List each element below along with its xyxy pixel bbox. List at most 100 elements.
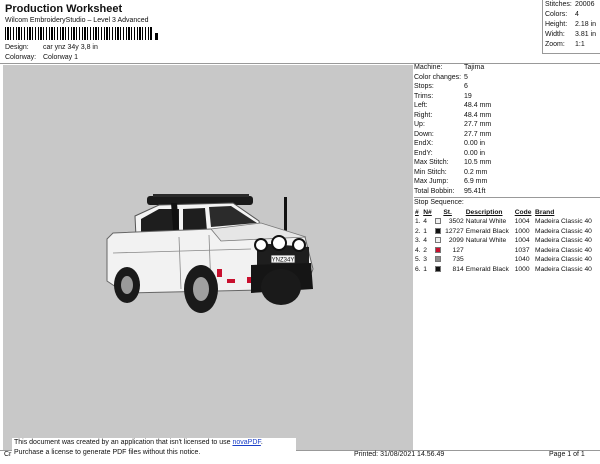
row-num: 2. [415, 227, 421, 235]
row-code: 1040 [514, 256, 530, 264]
design-value: car ynz 34y 3,8 in [43, 44, 98, 51]
printed-timestamp: Printed: 31/08/2021 14.56.49 [354, 451, 445, 458]
footer-cr: Cr [4, 451, 12, 458]
color-swatch [434, 217, 443, 227]
row-code: 1004 [514, 237, 530, 245]
info-total-bobbin: Total Bobbin: 95.41ft [414, 187, 486, 195]
row-needle: 2 [423, 246, 427, 254]
color-swatch [434, 265, 443, 275]
novapdf-link[interactable]: novaPDF [232, 439, 260, 446]
worksheet-header: Production Worksheet Wilcom EmbroiderySt… [0, 0, 600, 64]
row-brand: Madeira Classic 40 [535, 218, 592, 226]
row-stitches: 127 [452, 246, 464, 254]
table-row: 4. 2 127 1037 Madeira Classic 40 [414, 246, 598, 256]
row-num: 1. [415, 218, 421, 226]
col-num: # [415, 209, 419, 216]
color-swatch [434, 246, 443, 256]
page-title: Production Worksheet [5, 3, 123, 15]
row-brand: Madeira Classic 40 [535, 246, 592, 254]
colorway-row: Colorway: Colorway 1 [5, 54, 78, 61]
stat-stitches: Stitches: 20006 [545, 1, 595, 8]
row-stitches: 814 [452, 265, 464, 273]
row-stitches: 735 [452, 256, 464, 264]
info-trims: Trims: 19 [414, 92, 472, 100]
info-right: Right: 48.4 mm [414, 111, 492, 119]
colorway-label: Colorway: [5, 54, 37, 61]
software-subtitle: Wilcom EmbroideryStudio – Level 3 Advanc… [5, 17, 149, 24]
row-num: 6. [415, 265, 421, 273]
machine-info-panel: Machine: Tajima Color changes: 5 Stops: 6 T… [414, 63, 600, 198]
info-min-stitch: Min Stitch: 0.2 mm [414, 168, 488, 176]
stop-sequence-table: # N# St. Description Code Brand 1. 4 3502 N… [414, 208, 598, 274]
info-color-changes: Color changes: 5 [414, 73, 468, 81]
colorway-value: Colorway 1 [43, 54, 79, 61]
row-code: 1004 [514, 218, 530, 226]
design-label: Design: [5, 44, 29, 51]
col-brand: Brand [535, 209, 555, 216]
color-swatch [434, 236, 443, 246]
license-notice-text: This document was created by an applicat… [14, 439, 233, 446]
info-left: Left: 48.4 mm [414, 102, 492, 109]
row-description: Emerald Black [465, 227, 509, 235]
col-swatch [434, 208, 443, 217]
row-stitches: 2099 [448, 237, 464, 245]
thread-color-swatch [434, 246, 441, 253]
row-needle: 4 [423, 218, 427, 226]
license-plate-text: YNZ34Y [272, 258, 295, 264]
stat-width: Width: 3.81 in [545, 31, 597, 38]
info-max-stitch: Max Stitch: 10.5 mm [414, 159, 492, 166]
stat-colors: Colors: 4 [545, 11, 579, 18]
row-code: 1000 [514, 265, 530, 273]
row-description: Emerald Black [465, 265, 509, 273]
table-row: 2. 1 12727 Emerald Black 1000 Madeira Classic… [414, 227, 598, 237]
row-needle: 4 [423, 237, 427, 245]
barcode [5, 27, 153, 40]
thread-color-swatch [434, 265, 441, 272]
design-row: Design: car ynz 34y 3,8 in [5, 44, 98, 51]
col-stitches: St. [443, 209, 452, 216]
divider [414, 197, 600, 198]
col-needle: N# [423, 209, 432, 216]
row-brand: Madeira Classic 40 [535, 265, 592, 273]
table-header-row: # N# St. Description Code Brand [414, 208, 598, 217]
row-needle: 3 [423, 256, 427, 264]
thread-color-swatch [434, 227, 441, 234]
stat-height: Height: 2.18 in [545, 21, 597, 28]
row-needle: 1 [423, 227, 427, 235]
row-description: Natural White [465, 218, 507, 226]
table-row: 1. 4 3502 Natural White 1004 Madeira Classic … [414, 217, 598, 227]
row-num: 5. [415, 256, 421, 264]
row-needle: 1 [423, 265, 427, 273]
thread-color-swatch [434, 237, 441, 244]
row-brand: Madeira Classic 40 [535, 227, 592, 235]
info-max-jump: Max Jump: 6.9 mm [414, 178, 488, 185]
thread-color-swatch [434, 256, 441, 263]
row-code: 1037 [514, 246, 530, 254]
license-notice-period: . [260, 439, 263, 446]
stats-box: Stitches: 20006 Colors: 4 Height: 2.18 in W… [542, 0, 600, 54]
col-code: Code [514, 209, 532, 216]
license-notice-line2: Purchase a license to generate PDF files… [14, 449, 201, 456]
color-swatch [434, 255, 443, 265]
row-num: 4. [415, 246, 421, 254]
info-stops: Stops: 6 [414, 83, 468, 90]
info-endx: EndX: 0.00 in [414, 140, 486, 147]
info-up: Up: 27.7 mm [414, 121, 492, 128]
table-row: 5. 3 735 1040 Madeira Classic 40 [414, 255, 598, 265]
page-number: Page 1 of 1 [549, 451, 585, 458]
row-description [465, 255, 514, 265]
col-description: Description [465, 209, 503, 216]
row-stitches: 3502 [448, 218, 464, 226]
info-down: Down: 27.7 mm [414, 130, 492, 138]
row-code: 1000 [514, 227, 530, 235]
row-brand: Madeira Classic 40 [535, 237, 592, 245]
table-row: 3. 4 2099 Natural White 1004 Madeira Classic … [414, 236, 598, 246]
row-description: Natural White [465, 237, 507, 245]
row-description [465, 246, 514, 256]
info-endy: EndY: 0.00 in [414, 149, 486, 157]
table-row: 6. 1 814 Emerald Black 1000 Madeira Classic 4… [414, 265, 598, 275]
stop-sequence-panel: Stop Sequence: # N# St. Description Code… [414, 199, 600, 274]
row-stitches: 12727 [445, 227, 464, 235]
row-brand: Madeira Classic 40 [535, 256, 592, 264]
stat-zoom: Zoom: 1:1 [545, 41, 585, 48]
